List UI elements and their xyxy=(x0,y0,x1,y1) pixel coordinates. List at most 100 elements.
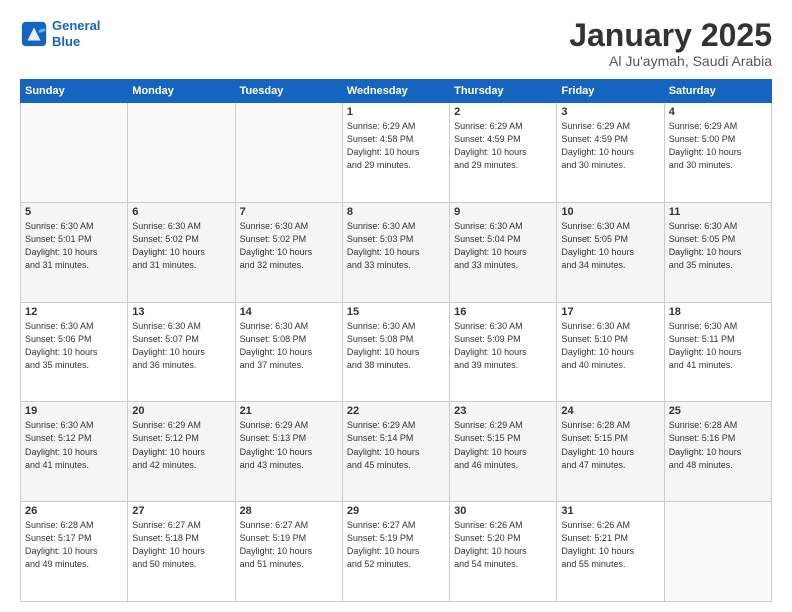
weekday-header-row: SundayMondayTuesdayWednesdayThursdayFrid… xyxy=(21,80,772,103)
day-number: 13 xyxy=(132,306,230,318)
week-row-1: 5 Sunrise: 6:30 AM Sunset: 5:01 PM Daylig… xyxy=(21,202,772,302)
day-info: Sunrise: 6:29 AM Sunset: 4:58 PM Dayligh… xyxy=(347,120,445,172)
day-number: 20 xyxy=(132,405,230,417)
day-number: 15 xyxy=(347,306,445,318)
day-number: 19 xyxy=(25,405,123,417)
day-number: 31 xyxy=(561,505,659,517)
day-info: Sunrise: 6:30 AM Sunset: 5:01 PM Dayligh… xyxy=(25,220,123,272)
day-info: Sunrise: 6:28 AM Sunset: 5:15 PM Dayligh… xyxy=(561,419,659,471)
title-block: January 2025 Al Ju'aymah, Saudi Arabia xyxy=(569,18,772,69)
day-number: 27 xyxy=(132,505,230,517)
weekday-header-friday: Friday xyxy=(557,80,664,103)
calendar-cell xyxy=(21,103,128,203)
day-number: 10 xyxy=(561,206,659,218)
calendar-cell: 27 Sunrise: 6:27 AM Sunset: 5:18 PM Dayli… xyxy=(128,502,235,602)
day-number: 4 xyxy=(669,106,767,118)
day-number: 16 xyxy=(454,306,552,318)
calendar-cell: 8 Sunrise: 6:30 AM Sunset: 5:03 PM Daylig… xyxy=(342,202,449,302)
day-info: Sunrise: 6:27 AM Sunset: 5:19 PM Dayligh… xyxy=(240,519,338,571)
day-number: 25 xyxy=(669,405,767,417)
logo: General Blue xyxy=(20,18,100,49)
month-title: January 2025 xyxy=(569,18,772,53)
week-row-4: 26 Sunrise: 6:28 AM Sunset: 5:17 PM Dayli… xyxy=(21,502,772,602)
calendar-cell xyxy=(664,502,771,602)
day-info: Sunrise: 6:29 AM Sunset: 5:12 PM Dayligh… xyxy=(132,419,230,471)
day-number: 26 xyxy=(25,505,123,517)
calendar-cell xyxy=(235,103,342,203)
calendar-cell: 23Sunrise: 6:29 AM Sunset: 5:15 PM Dayli… xyxy=(450,402,557,502)
calendar-cell: 17 Sunrise: 6:30 AM Sunset: 5:10 PM Dayli… xyxy=(557,302,664,402)
day-number: 6 xyxy=(132,206,230,218)
calendar-cell: 12Sunrise: 6:30 AM Sunset: 5:06 PM Dayli… xyxy=(21,302,128,402)
week-row-0: 1Sunrise: 6:29 AM Sunset: 4:58 PM Daylig… xyxy=(21,103,772,203)
day-info: Sunrise: 6:29 AM Sunset: 4:59 PM Dayligh… xyxy=(454,120,552,172)
calendar-cell: 6 Sunrise: 6:30 AM Sunset: 5:02 PM Daylig… xyxy=(128,202,235,302)
day-info: Sunrise: 6:26 AM Sunset: 5:21 PM Dayligh… xyxy=(561,519,659,571)
calendar-cell: 24 Sunrise: 6:28 AM Sunset: 5:15 PM Dayli… xyxy=(557,402,664,502)
logo-text: General Blue xyxy=(52,18,100,49)
day-info: Sunrise: 6:29 AM Sunset: 5:00 PM Dayligh… xyxy=(669,120,767,172)
day-info: Sunrise: 6:30 AM Sunset: 5:05 PM Dayligh… xyxy=(669,220,767,272)
calendar-cell: 9 Sunrise: 6:30 AM Sunset: 5:04 PM Daylig… xyxy=(450,202,557,302)
calendar-cell: 20 Sunrise: 6:29 AM Sunset: 5:12 PM Dayli… xyxy=(128,402,235,502)
logo-icon xyxy=(20,20,48,48)
location: Al Ju'aymah, Saudi Arabia xyxy=(569,53,772,69)
page: General Blue January 2025 Al Ju'aymah, S… xyxy=(0,0,792,612)
calendar-cell: 18Sunrise: 6:30 AM Sunset: 5:11 PM Dayli… xyxy=(664,302,771,402)
day-info: Sunrise: 6:30 AM Sunset: 5:04 PM Dayligh… xyxy=(454,220,552,272)
day-number: 30 xyxy=(454,505,552,517)
calendar-cell: 4 Sunrise: 6:29 AM Sunset: 5:00 PM Daylig… xyxy=(664,103,771,203)
day-number: 11 xyxy=(669,206,767,218)
weekday-header-thursday: Thursday xyxy=(450,80,557,103)
weekday-header-saturday: Saturday xyxy=(664,80,771,103)
day-info: Sunrise: 6:30 AM Sunset: 5:11 PM Dayligh… xyxy=(669,320,767,372)
header: General Blue January 2025 Al Ju'aymah, S… xyxy=(20,18,772,69)
day-number: 17 xyxy=(561,306,659,318)
calendar: SundayMondayTuesdayWednesdayThursdayFrid… xyxy=(20,79,772,602)
calendar-cell: 28Sunrise: 6:27 AM Sunset: 5:19 PM Dayli… xyxy=(235,502,342,602)
day-info: Sunrise: 6:28 AM Sunset: 5:16 PM Dayligh… xyxy=(669,419,767,471)
day-info: Sunrise: 6:29 AM Sunset: 5:13 PM Dayligh… xyxy=(240,419,338,471)
day-info: Sunrise: 6:27 AM Sunset: 5:18 PM Dayligh… xyxy=(132,519,230,571)
day-info: Sunrise: 6:30 AM Sunset: 5:07 PM Dayligh… xyxy=(132,320,230,372)
calendar-cell: 2 Sunrise: 6:29 AM Sunset: 4:59 PM Daylig… xyxy=(450,103,557,203)
calendar-cell: 14 Sunrise: 6:30 AM Sunset: 5:08 PM Dayli… xyxy=(235,302,342,402)
logo-line2: Blue xyxy=(52,34,80,49)
calendar-cell: 13 Sunrise: 6:30 AM Sunset: 5:07 PM Dayli… xyxy=(128,302,235,402)
logo-line1: General xyxy=(52,18,100,33)
day-number: 8 xyxy=(347,206,445,218)
calendar-cell: 10 Sunrise: 6:30 AM Sunset: 5:05 PM Dayli… xyxy=(557,202,664,302)
calendar-cell: 21Sunrise: 6:29 AM Sunset: 5:13 PM Dayli… xyxy=(235,402,342,502)
calendar-cell: 16Sunrise: 6:30 AM Sunset: 5:09 PM Dayli… xyxy=(450,302,557,402)
weekday-header-tuesday: Tuesday xyxy=(235,80,342,103)
weekday-header-wednesday: Wednesday xyxy=(342,80,449,103)
day-info: Sunrise: 6:28 AM Sunset: 5:17 PM Dayligh… xyxy=(25,519,123,571)
day-info: Sunrise: 6:30 AM Sunset: 5:02 PM Dayligh… xyxy=(132,220,230,272)
calendar-cell: 26 Sunrise: 6:28 AM Sunset: 5:17 PM Dayli… xyxy=(21,502,128,602)
calendar-cell: 5 Sunrise: 6:30 AM Sunset: 5:01 PM Daylig… xyxy=(21,202,128,302)
day-info: Sunrise: 6:30 AM Sunset: 5:08 PM Dayligh… xyxy=(347,320,445,372)
day-info: Sunrise: 6:30 AM Sunset: 5:05 PM Dayligh… xyxy=(561,220,659,272)
day-info: Sunrise: 6:30 AM Sunset: 5:10 PM Dayligh… xyxy=(561,320,659,372)
day-info: Sunrise: 6:30 AM Sunset: 5:03 PM Dayligh… xyxy=(347,220,445,272)
week-row-2: 12Sunrise: 6:30 AM Sunset: 5:06 PM Dayli… xyxy=(21,302,772,402)
calendar-cell: 15 Sunrise: 6:30 AM Sunset: 5:08 PM Dayli… xyxy=(342,302,449,402)
calendar-cell: 7Sunrise: 6:30 AM Sunset: 5:02 PM Daylig… xyxy=(235,202,342,302)
calendar-cell: 19 Sunrise: 6:30 AM Sunset: 5:12 PM Dayli… xyxy=(21,402,128,502)
calendar-cell: 11 Sunrise: 6:30 AM Sunset: 5:05 PM Dayli… xyxy=(664,202,771,302)
day-info: Sunrise: 6:29 AM Sunset: 4:59 PM Dayligh… xyxy=(561,120,659,172)
calendar-cell: 31 Sunrise: 6:26 AM Sunset: 5:21 PM Dayli… xyxy=(557,502,664,602)
weekday-header-sunday: Sunday xyxy=(21,80,128,103)
day-info: Sunrise: 6:29 AM Sunset: 5:14 PM Dayligh… xyxy=(347,419,445,471)
day-number: 29 xyxy=(347,505,445,517)
day-number: 9 xyxy=(454,206,552,218)
day-number: 14 xyxy=(240,306,338,318)
day-number: 23 xyxy=(454,405,552,417)
day-info: Sunrise: 6:30 AM Sunset: 5:12 PM Dayligh… xyxy=(25,419,123,471)
day-number: 24 xyxy=(561,405,659,417)
calendar-cell: 1Sunrise: 6:29 AM Sunset: 4:58 PM Daylig… xyxy=(342,103,449,203)
day-info: Sunrise: 6:30 AM Sunset: 5:08 PM Dayligh… xyxy=(240,320,338,372)
day-number: 5 xyxy=(25,206,123,218)
calendar-cell: 25 Sunrise: 6:28 AM Sunset: 5:16 PM Dayli… xyxy=(664,402,771,502)
day-number: 2 xyxy=(454,106,552,118)
